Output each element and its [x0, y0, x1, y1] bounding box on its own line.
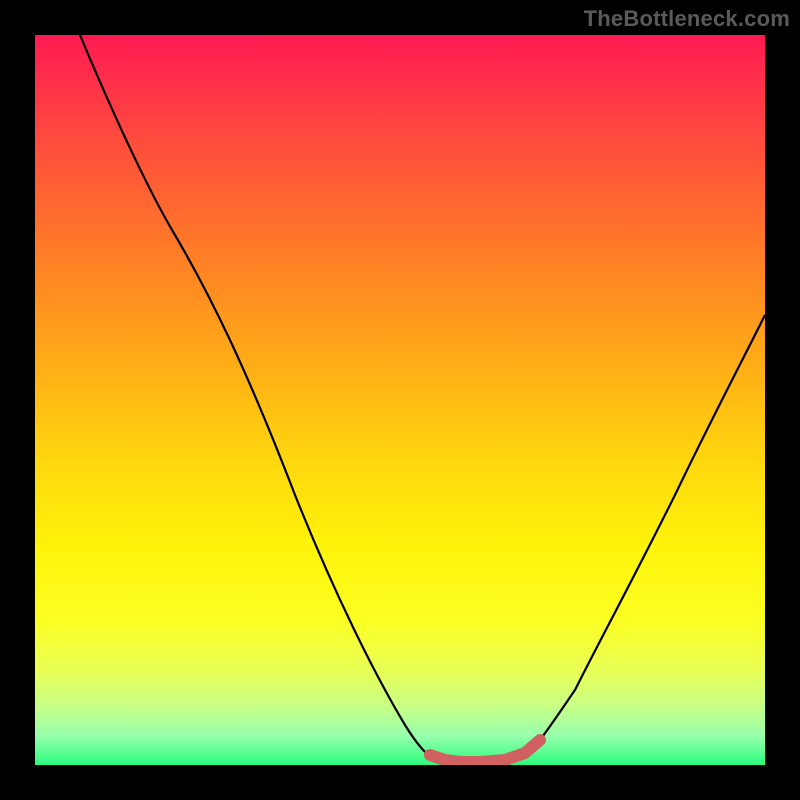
v-curve-line — [80, 35, 765, 763]
chart-frame: TheBottleneck.com — [0, 0, 800, 800]
plot-area — [35, 35, 765, 765]
curve-layer — [35, 35, 765, 765]
flat-bottom-marker — [430, 740, 540, 762]
watermark-text: TheBottleneck.com — [584, 6, 790, 32]
